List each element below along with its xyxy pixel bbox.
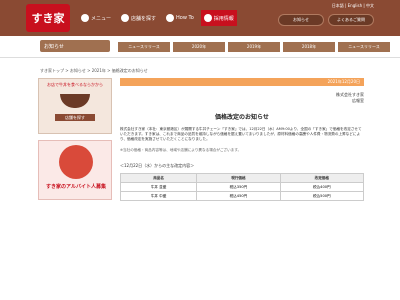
section-logo: お知らせ <box>40 40 110 52</box>
tab-2018[interactable]: 2018年 <box>283 42 335 52</box>
site-header: すき家 メニュー 店舗を探す How To 採用情報 日本語 | English… <box>0 0 400 36</box>
table-row: 牛丼 中盛 税込450円 税込500円 <box>119 191 365 201</box>
page-title: 価格改定のお知らせ <box>215 114 269 121</box>
list-title: ＜12月22日（水）からの主な改定内容＞ <box>120 163 195 168</box>
sub-tabs: ニュースリリース 2020年 2019年 2018年 ニュースリリース <box>118 42 390 52</box>
nav-recruit[interactable]: 採用情報 <box>200 10 237 26</box>
company-info: 株式会社すき家 広報室 <box>336 92 364 103</box>
store-icon <box>121 14 130 22</box>
find-store-button[interactable]: 店舗を探す <box>55 114 95 121</box>
staff-image <box>59 145 93 179</box>
language-links[interactable]: 日本語 | English | 中文 <box>332 3 374 9</box>
tab-newsrelease-2[interactable]: ニュースリリース <box>338 42 390 52</box>
date-bar: 2021年12月20日 <box>120 78 364 86</box>
recruit-icon <box>203 14 212 22</box>
recruit-banner[interactable]: すき家のアルバイト人募集 <box>38 140 112 200</box>
nav-howto[interactable]: How To <box>163 10 197 26</box>
store-finder-card[interactable]: お店で牛丼を食べるならかから 店舗を探す <box>38 78 112 134</box>
nav-menu[interactable]: メニュー <box>78 10 114 26</box>
note-text: ※当社の価格・商品内容等は、地域や店舗により異なる場合がございます。 <box>120 148 242 152</box>
sidebar: お店で牛丼を食べるならかから 店舗を探す すき家のアルバイト人募集 <box>38 78 112 200</box>
faq-button[interactable]: よくあるご質問 <box>328 14 374 26</box>
gyudon-bowl-icon <box>60 94 90 108</box>
tab-2020[interactable]: 2020年 <box>173 42 225 52</box>
breadcrumb[interactable]: すき家トップ > お知らせ > 2021年 > 価格改定のお知らせ <box>40 68 148 74</box>
nav-stores[interactable]: 店舗を探す <box>118 10 159 26</box>
tab-newsrelease[interactable]: ニュースリリース <box>118 42 170 52</box>
table-header-row: 商品名 現行価格 改定価格 <box>119 173 365 183</box>
main-nav: メニュー 店舗を探す How To 採用情報 <box>78 10 237 26</box>
table-row: 牛丼 並盛 税込350円 税込400円 <box>119 182 365 192</box>
howto-icon <box>166 14 175 22</box>
logo[interactable]: すき家 <box>26 4 70 32</box>
main-content: 2021年12月20日 株式会社すき家 広報室 価格改定のお知らせ 株式会社すき… <box>119 78 365 201</box>
price-table: 商品名 現行価格 改定価格 牛丼 並盛 税込350円 税込400円 牛丼 中盛 … <box>119 173 365 201</box>
body-text: 株式会社すき家（本社：東京都港区）が展開する牛丼チェーン「すき家」では、12月2… <box>120 127 362 141</box>
tab-2019[interactable]: 2019年 <box>228 42 280 52</box>
menu-icon <box>81 14 89 22</box>
news-button[interactable]: お知らせ <box>278 14 324 26</box>
